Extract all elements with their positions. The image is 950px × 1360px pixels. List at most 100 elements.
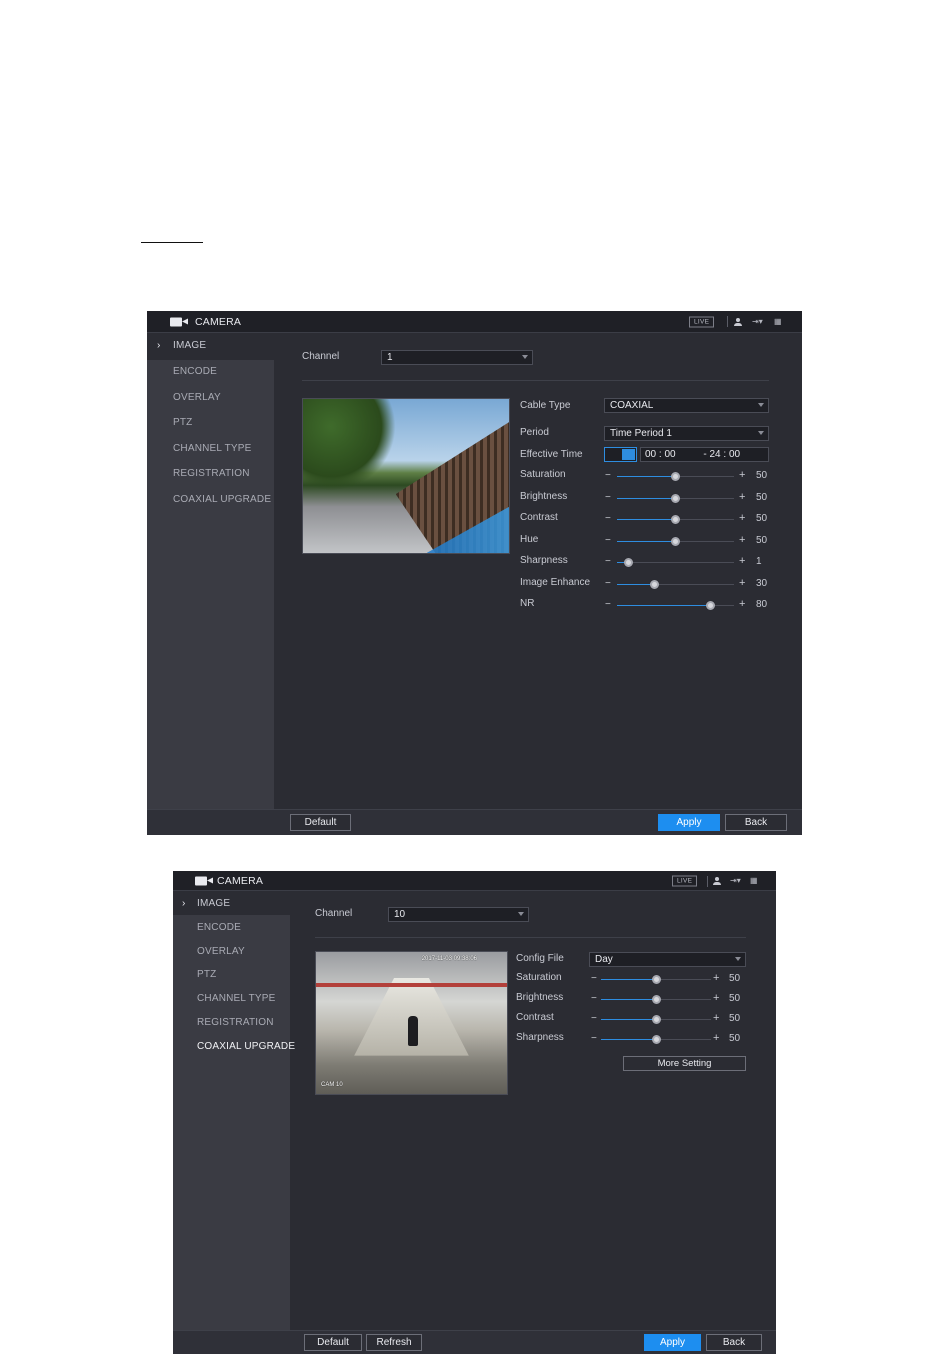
brightness-slider[interactable]: − +50 [605,491,770,505]
sidebar-item-registration[interactable]: REGISTRATION [147,462,274,488]
slider-knob[interactable] [649,579,659,589]
plus-icon[interactable]: + [739,577,745,589]
minus-icon[interactable]: − [605,599,611,610]
sidebar-item-encode[interactable]: ENCODE [147,360,274,386]
slider-knob[interactable] [651,975,661,984]
camera-window-1: CAMERA LIVE ⇥▾ ▦ › IMAGE ENCODE OVERLAY … [147,311,802,835]
slider-knob[interactable] [671,536,680,546]
plus-icon[interactable]: + [713,1032,719,1044]
channel-select[interactable]: 10 [388,907,529,922]
user-icon[interactable] [734,317,742,326]
contrast-slider[interactable]: − +50 [605,512,770,526]
slider-knob[interactable] [651,1035,661,1044]
minus-icon[interactable]: − [591,1033,597,1044]
effective-time-toggle[interactable] [604,447,637,462]
main-content: Channel 1 Cable Type COAXIAL Period Time… [274,334,802,835]
plus-icon[interactable]: + [739,491,745,503]
slider-knob[interactable] [671,493,680,503]
live-button[interactable]: LIVE [672,875,698,886]
minus-icon[interactable]: − [605,492,611,503]
start-time[interactable]: 00 : 00 [645,449,676,460]
plus-icon[interactable]: + [713,1012,719,1024]
end-time[interactable]: - 24 : 00 [703,449,740,460]
sidebar-item-ptz[interactable]: PTZ [147,411,274,437]
back-button[interactable]: Back [706,1334,762,1351]
grid-icon[interactable]: ▦ [774,317,782,326]
sidebar-item-registration[interactable]: REGISTRATION [173,1011,290,1034]
slider-knob[interactable] [671,515,680,524]
hue-slider[interactable]: − +50 [605,534,770,548]
sidebar-item-ptz[interactable]: PTZ [173,963,290,986]
slider-track[interactable] [617,515,734,524]
effective-time-range[interactable]: 00 : 00 - 24 : 00 [640,447,769,462]
sharpness-slider[interactable]: − +50 [591,1032,746,1046]
period-select[interactable]: Time Period 1 [604,426,769,441]
slider-track[interactable] [617,472,734,481]
grid-icon[interactable]: ▦ [750,876,758,885]
channel-select[interactable]: 1 [381,350,533,365]
sidebar-item-channel-type[interactable]: CHANNEL TYPE [147,437,274,463]
sidebar-item-image[interactable]: › IMAGE [173,892,290,915]
default-button[interactable]: Default [304,1334,362,1351]
slider-track[interactable] [601,975,711,984]
slider-track[interactable] [601,1035,711,1044]
minus-icon[interactable]: − [605,556,611,567]
saturation-slider[interactable]: − +50 [605,469,770,483]
period-label: Period [520,427,549,438]
sidebar-item-overlay[interactable]: OVERLAY [147,386,274,412]
minus-icon[interactable]: − [605,470,611,481]
apply-button[interactable]: Apply [658,814,720,831]
sidebar-item-overlay[interactable]: OVERLAY [173,940,290,963]
slider-track[interactable] [601,1015,711,1024]
plus-icon[interactable]: + [739,598,745,610]
config-file-select[interactable]: Day [589,952,746,967]
slider-knob[interactable] [651,995,661,1004]
logout-icon[interactable]: ⇥▾ [730,876,741,885]
cable-type-select[interactable]: COAXIAL [604,398,769,413]
nr-slider[interactable]: − +80 [605,598,770,612]
video-preview [302,398,510,554]
plus-icon[interactable]: + [739,555,745,567]
sidebar-item-image[interactable]: › IMAGE [147,334,274,360]
brightness-slider[interactable]: − +50 [591,992,746,1006]
slider-knob[interactable] [624,558,634,567]
brightness-label: Brightness [516,992,564,1003]
slider-knob[interactable] [706,601,716,610]
sidebar-item-channel-type[interactable]: CHANNEL TYPE [173,987,290,1010]
minus-icon[interactable]: − [591,993,597,1004]
slider-track[interactable] [617,579,734,589]
sharpness-slider[interactable]: − +1 [605,555,770,569]
minus-icon[interactable]: − [605,578,611,589]
sidebar-item-coaxial-upgrade[interactable]: COAXIAL UPGRADE [173,1035,295,1058]
slider-knob[interactable] [671,472,680,481]
minus-icon[interactable]: − [591,973,597,984]
slider-track[interactable] [617,558,734,567]
minus-icon[interactable]: − [605,513,611,524]
channel-label: Channel [302,351,340,362]
minus-icon[interactable]: − [591,1013,597,1024]
slider-track[interactable] [601,995,711,1004]
logout-icon[interactable]: ⇥▾ [752,317,763,326]
slider-track[interactable] [617,601,734,610]
plus-icon[interactable]: + [739,512,745,524]
slider-track[interactable] [617,493,734,503]
plus-icon[interactable]: + [713,972,719,984]
sidebar-item-encode[interactable]: ENCODE [173,916,290,939]
default-button[interactable]: Default [290,814,351,831]
user-icon[interactable] [713,876,721,885]
plus-icon[interactable]: + [713,992,719,1004]
minus-icon[interactable]: − [605,535,611,546]
slider-track[interactable] [617,536,734,546]
plus-icon[interactable]: + [739,469,745,481]
slider-knob[interactable] [651,1015,661,1024]
plus-icon[interactable]: + [739,534,745,546]
image-enhance-slider[interactable]: − +30 [605,577,770,591]
more-setting-button[interactable]: More Setting [623,1056,746,1071]
sidebar-item-coaxial-upgrade[interactable]: COAXIAL UPGRADE [147,488,274,514]
refresh-button[interactable]: Refresh [366,1334,422,1351]
apply-button[interactable]: Apply [644,1334,701,1351]
contrast-slider[interactable]: − +50 [591,1012,746,1026]
saturation-slider[interactable]: − +50 [591,972,746,986]
live-button[interactable]: LIVE [689,316,715,327]
back-button[interactable]: Back [725,814,787,831]
